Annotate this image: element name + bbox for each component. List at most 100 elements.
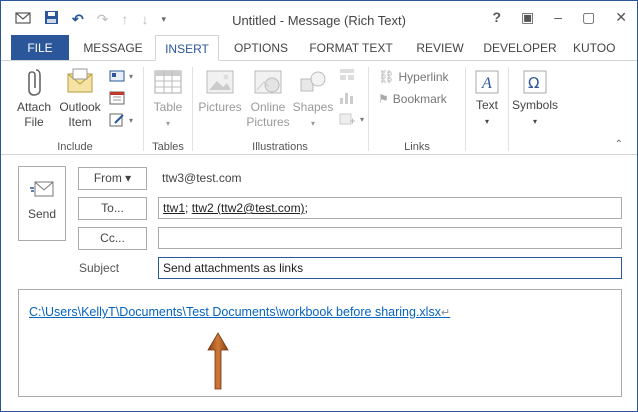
online-pictures-label-2: Pictures <box>246 115 290 129</box>
table-icon <box>154 70 182 94</box>
table-label: Table <box>153 100 183 114</box>
recipient-separator: ; <box>304 201 308 215</box>
pictures-label: Pictures <box>198 100 242 114</box>
smartart-icon <box>340 69 354 80</box>
tab-file[interactable]: FILE <box>11 35 69 61</box>
symbols-label: Symbols <box>511 98 558 112</box>
illustrations-group: Pictures Online Pictures Shapes ▾ ▾ Illu… <box>194 61 366 156</box>
attach-file-button[interactable]: Attach File <box>13 66 55 130</box>
to-button[interactable]: To... <box>78 197 147 220</box>
recipient-chip[interactable]: ttw2 (ttw2@test.com) <box>192 201 305 215</box>
compose-area: Send From ▾ ttw3@test.com To... ttw1; tt… <box>1 156 637 411</box>
bookmark-label: Bookmark <box>392 92 447 106</box>
attach-file-label-1: Attach <box>16 100 52 114</box>
business-card-button[interactable]: ▾ <box>109 69 133 83</box>
group-separator <box>368 67 369 151</box>
group-separator <box>192 67 193 151</box>
svg-text:A: A <box>481 75 492 92</box>
illustrations-group-label: Illustrations <box>252 141 308 153</box>
tab-insert[interactable]: INSERT <box>155 35 219 61</box>
chevron-down-icon: ▾ <box>129 71 134 81</box>
shapes-button[interactable]: Shapes ▾ <box>292 66 334 131</box>
screenshot-button[interactable]: ▾ <box>338 111 364 127</box>
arrow-down-icon[interactable]: ↓ <box>141 11 148 27</box>
recipient-separator: ; <box>185 201 192 215</box>
text-group: A Text ▾ <box>467 61 507 156</box>
group-separator <box>465 67 466 151</box>
send-label: Send <box>27 207 57 221</box>
include-group-label: Include <box>57 141 93 153</box>
table-button[interactable]: Table ▾ <box>147 66 189 131</box>
subject-label: Subject <box>79 261 120 275</box>
chevron-down-icon: ▾ <box>532 117 537 126</box>
title-bar: ↶ ↷ ↑ ↓ ▾ Untitled - Message (Rich Text)… <box>1 1 637 35</box>
window-controls: ? ▣ – ▢ ✕ <box>492 9 627 26</box>
signature-button[interactable]: ▾ <box>109 113 133 127</box>
message-body[interactable]: C:\Users\KellyT\Documents\Test Documents… <box>18 289 622 397</box>
customize-qat-icon[interactable]: ▾ <box>161 11 166 27</box>
subject-field[interactable]: Send attachments as links <box>158 257 622 279</box>
bookmark-button[interactable]: ⚑ Bookmark <box>378 92 447 106</box>
annotation-arrow-up-icon <box>207 332 229 390</box>
text-button[interactable]: A Text ▾ <box>469 66 505 129</box>
chart-button[interactable] <box>338 89 356 105</box>
text-label: Text <box>475 98 498 112</box>
collapse-ribbon-icon[interactable]: ⌃ <box>615 139 623 150</box>
tab-message[interactable]: MESSAGE <box>79 35 147 61</box>
outlook-item-label-1: Outlook <box>59 100 101 114</box>
outlook-item-icon <box>67 68 93 93</box>
chevron-down-icon: ▾ <box>129 115 134 125</box>
send-button[interactable]: Send <box>18 166 66 241</box>
close-icon[interactable]: ✕ <box>615 9 627 26</box>
from-button[interactable]: From ▾ <box>78 167 147 190</box>
hyperlink-label: Hyperlink <box>398 70 449 84</box>
recipient-chip[interactable]: ttw1 <box>163 201 185 215</box>
shapes-icon <box>300 71 326 92</box>
file-path-text[interactable]: C:\Users\KellyT\Documents\Test Documents… <box>29 305 441 319</box>
tab-kutools[interactable]: KUTOO <box>573 35 629 61</box>
symbols-button[interactable]: Ω Symbols ▾ <box>510 66 560 129</box>
chevron-down-icon: ▾ <box>484 117 489 126</box>
help-icon[interactable]: ? <box>492 9 501 26</box>
ribbon-tabs: FILE MESSAGE INSERT OPTIONS FORMAT TEXT … <box>1 35 637 61</box>
attach-file-label-2: File <box>24 115 44 129</box>
outlook-item-button[interactable]: Outlook Item <box>57 66 103 130</box>
minimize-icon[interactable]: – <box>554 9 562 26</box>
tab-options[interactable]: OPTIONS <box>227 35 295 61</box>
links-group-label: Links <box>404 141 430 153</box>
picture-icon <box>206 70 234 94</box>
calendar-icon <box>109 91 125 105</box>
undo-icon[interactable]: ↶ <box>72 11 84 27</box>
svg-text:Ω: Ω <box>528 74 539 92</box>
signature-icon <box>109 113 124 127</box>
pictures-button[interactable]: Pictures <box>198 66 242 115</box>
tab-developer[interactable]: DEVELOPER <box>481 35 559 61</box>
from-value: ttw3@test.com <box>162 171 242 185</box>
paperclip-icon <box>28 69 41 96</box>
calendar-button[interactable] <box>109 91 125 105</box>
cc-button[interactable]: Cc... <box>78 227 147 250</box>
redo-icon[interactable]: ↷ <box>97 11 109 27</box>
shapes-label: Shapes <box>292 100 334 114</box>
ribbon-display-icon[interactable]: ▣ <box>521 9 534 26</box>
outlook-item-label-2: Item <box>68 115 92 129</box>
maximize-icon[interactable]: ▢ <box>582 9 595 26</box>
envelope-icon <box>15 11 31 28</box>
smartart-button[interactable] <box>338 67 356 83</box>
chevron-down-icon: ▾ <box>310 119 315 128</box>
online-picture-icon <box>254 70 282 94</box>
online-pictures-button[interactable]: Online Pictures <box>246 66 290 130</box>
tab-format-text[interactable]: FORMAT TEXT <box>305 35 397 61</box>
save-icon[interactable] <box>44 10 59 28</box>
business-card-icon <box>109 70 125 82</box>
cc-field[interactable] <box>158 227 622 249</box>
text-box-icon: A <box>475 70 499 94</box>
to-field[interactable]: ttw1; ttw2 (ttw2@test.com); <box>158 197 622 219</box>
paragraph-mark: ↵ <box>440 307 451 319</box>
arrow-up-icon[interactable]: ↑ <box>121 11 128 27</box>
hyperlink-button[interactable]: ⛓ Hyperlink <box>378 69 449 85</box>
chain-link-icon: ⛓ <box>378 69 395 84</box>
attachment-path-link[interactable]: C:\Users\KellyT\Documents\Test Documents… <box>29 305 450 319</box>
tab-review[interactable]: REVIEW <box>411 35 469 61</box>
outlook-message-window: ↶ ↷ ↑ ↓ ▾ Untitled - Message (Rich Text)… <box>0 0 638 412</box>
